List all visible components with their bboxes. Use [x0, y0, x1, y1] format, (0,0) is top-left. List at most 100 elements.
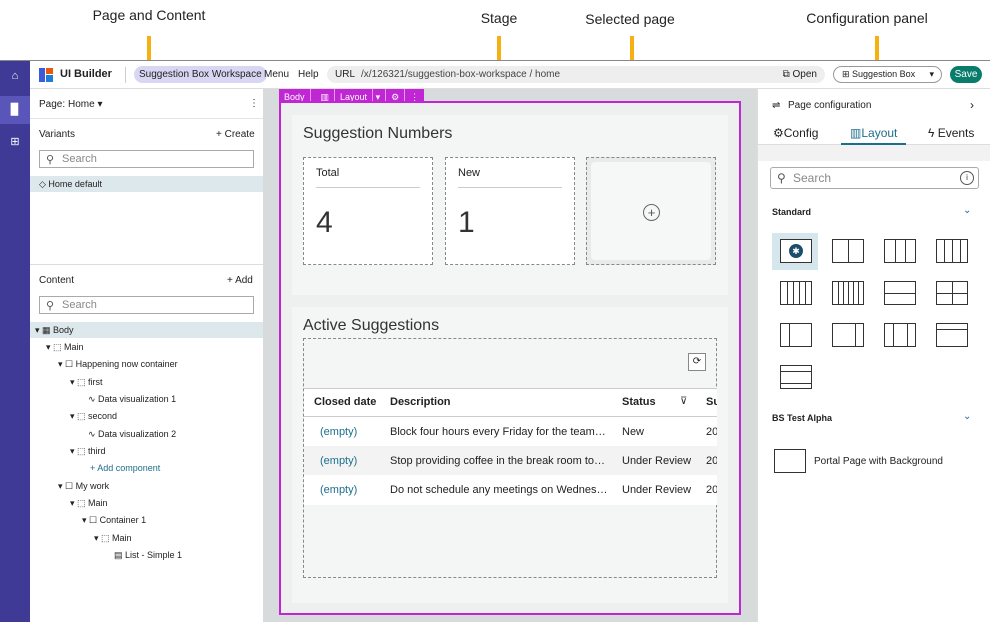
annotation-page-and-content: Page and Content: [92, 7, 206, 23]
new-tile[interactable]: New 1: [445, 157, 575, 265]
tree-item-data-viz-1[interactable]: ∿ Data visualization 1: [88, 394, 176, 405]
closed-date-cell[interactable]: (empty): [320, 455, 357, 467]
tab-events[interactable]: ϟ Events: [928, 126, 974, 140]
empty-slot[interactable]: +: [586, 157, 716, 265]
suggestion-numbers-title: Suggestion Numbers: [303, 125, 453, 142]
tree-item-container-1[interactable]: ▾ ☐ Container 1: [82, 515, 146, 526]
table-row[interactable]: (empty) Do not schedule any meetings on …: [304, 475, 717, 504]
layout-sidebar-both[interactable]: [884, 323, 916, 347]
chevron-right-icon[interactable]: ›: [970, 98, 974, 112]
tree-item-second[interactable]: ▾ ⬚ second: [70, 411, 117, 422]
content-search-input[interactable]: ⚲ Search: [39, 296, 254, 314]
portal-page-option[interactable]: Portal Page with Background: [814, 456, 943, 467]
more-vert-icon[interactable]: ⋮: [249, 98, 259, 109]
column-header-su[interactable]: Su: [706, 396, 717, 408]
closed-date-cell[interactable]: (empty): [320, 484, 357, 496]
menu-link[interactable]: Menu: [264, 69, 289, 80]
column-header-description[interactable]: Description: [390, 396, 451, 408]
layout-icon: ▥: [850, 126, 862, 140]
layout-header-footer[interactable]: [780, 365, 812, 389]
app-select[interactable]: ⊞ Suggestion Box ▾: [833, 66, 942, 83]
layout-two-column[interactable]: [832, 239, 864, 263]
url-label: URL: [335, 69, 356, 80]
content-section: Content + Add ⚲ Search ▾ ▦ Body ▾ ⬚ Main …: [30, 264, 263, 622]
layout-five-column[interactable]: [780, 281, 812, 305]
table-row[interactable]: (empty) Block four hours every Friday fo…: [304, 417, 717, 446]
variants-section: Variants + Create ⚲ Search ◇ Home default: [30, 119, 263, 264]
search-icon: ⚲: [777, 171, 786, 185]
variants-search-input[interactable]: ⚲ Search: [39, 150, 254, 168]
add-content-button[interactable]: + Add: [227, 275, 253, 286]
layout-grid-2x2[interactable]: [936, 281, 968, 305]
annotation-stage: Stage: [480, 10, 518, 26]
chevron-down-icon[interactable]: ⌄: [963, 205, 971, 216]
workspace-pill[interactable]: Suggestion Box Workspace: [134, 66, 267, 83]
active-suggestions-title: Active Suggestions: [303, 317, 440, 334]
divider: [125, 67, 126, 83]
tree-item-third[interactable]: ▾ ⬚ third: [70, 446, 106, 457]
app-logo-icon: [39, 68, 53, 82]
layout-six-column[interactable]: [832, 281, 864, 305]
components-icon[interactable]: ⊞: [8, 135, 22, 149]
table-row[interactable]: (empty) Stop providing coffee in the bre…: [304, 446, 717, 475]
variants-heading: Variants: [39, 129, 75, 140]
layout-sidebar-left[interactable]: [780, 323, 812, 347]
total-value: 4: [316, 206, 333, 239]
status-cell: Under Review: [622, 484, 692, 496]
closed-date-cell[interactable]: (empty): [320, 426, 357, 438]
chevron-down-icon[interactable]: ⌄: [963, 411, 971, 422]
tree-item-list-simple-1[interactable]: ▤ List - Simple 1: [114, 550, 182, 561]
tab-config[interactable]: ⚙Config: [773, 126, 818, 140]
open-link[interactable]: ⧉ Open: [783, 66, 817, 83]
help-link[interactable]: Help: [298, 69, 319, 80]
column-header-closed-date[interactable]: Closed date: [314, 396, 384, 408]
page-label: Page:: [39, 99, 66, 110]
divider: [458, 187, 562, 188]
total-tile[interactable]: Total 4: [303, 157, 433, 265]
chevron-down-icon: ▾: [929, 69, 934, 79]
info-icon[interactable]: i: [960, 171, 974, 185]
layout-two-row[interactable]: [884, 281, 916, 305]
column-header-status[interactable]: Status: [622, 396, 656, 408]
tab-layout[interactable]: ▥Layout: [850, 126, 897, 140]
description-cell: Do not schedule any meetings on Wednes…: [390, 484, 608, 496]
total-label: Total: [316, 167, 340, 179]
page-select[interactable]: Home ▾: [68, 99, 103, 110]
star-icon: ✱: [789, 244, 803, 258]
tree-item-my-work[interactable]: ▾ ☐ My work: [58, 481, 109, 492]
layout-four-column[interactable]: [936, 239, 968, 263]
tree-item-main-2[interactable]: ▾ ⬚ Main: [70, 498, 108, 509]
tree-item-first[interactable]: ▾ ⬚ first: [70, 377, 103, 388]
tree-item-main[interactable]: ▾ ⬚ Main: [46, 342, 84, 353]
tree-item-data-viz-2[interactable]: ∿ Data visualization 2: [88, 429, 176, 440]
filter-icon[interactable]: ⊽: [680, 396, 687, 407]
save-button[interactable]: Save: [950, 66, 982, 83]
create-variant-button[interactable]: + Create: [216, 129, 255, 140]
layout-single-column[interactable]: ✱: [780, 239, 812, 263]
selected-page-frame[interactable]: Suggestion Numbers Total 4 New 1 + Activ…: [279, 101, 741, 615]
diamond-icon: ◇: [39, 179, 49, 189]
page-icon[interactable]: ▉: [0, 96, 30, 124]
portal-page-thumbnail[interactable]: [774, 449, 806, 473]
layout-search-input[interactable]: ⚲ Search i: [770, 167, 979, 189]
new-value: 1: [458, 206, 475, 239]
add-circle-icon[interactable]: +: [643, 204, 660, 221]
search-icon: ⚲: [46, 154, 55, 166]
panel-title: Page configuration: [788, 100, 872, 111]
variant-item-home-default[interactable]: ◇ Home default: [30, 176, 263, 192]
layout-header[interactable]: [936, 323, 968, 347]
su-cell: 20: [706, 484, 717, 496]
tree-item-body[interactable]: ▾ ▦ Body: [35, 325, 74, 336]
tree-item-main-3[interactable]: ▾ ⬚ Main: [94, 533, 132, 544]
add-component-link[interactable]: + Add component: [90, 463, 160, 473]
layout-sidebar-right[interactable]: [832, 323, 864, 347]
refresh-icon[interactable]: ⟳: [688, 353, 706, 371]
tree-item-happening-now[interactable]: ▾ ☐ Happening now container: [58, 359, 178, 370]
status-cell: New: [622, 426, 645, 438]
description-cell: Stop providing coffee in the break room …: [390, 455, 606, 467]
url-bar[interactable]: URL/x/126321/suggestion-box-workspace / …: [327, 66, 825, 83]
home-icon[interactable]: ⌂: [8, 69, 22, 83]
page-and-content-panel: Page: Home ▾ ⋮ Variants + Create ⚲ Search…: [30, 89, 263, 622]
description-cell: Block four hours every Friday for the te…: [390, 426, 606, 438]
layout-three-column[interactable]: [884, 239, 916, 263]
